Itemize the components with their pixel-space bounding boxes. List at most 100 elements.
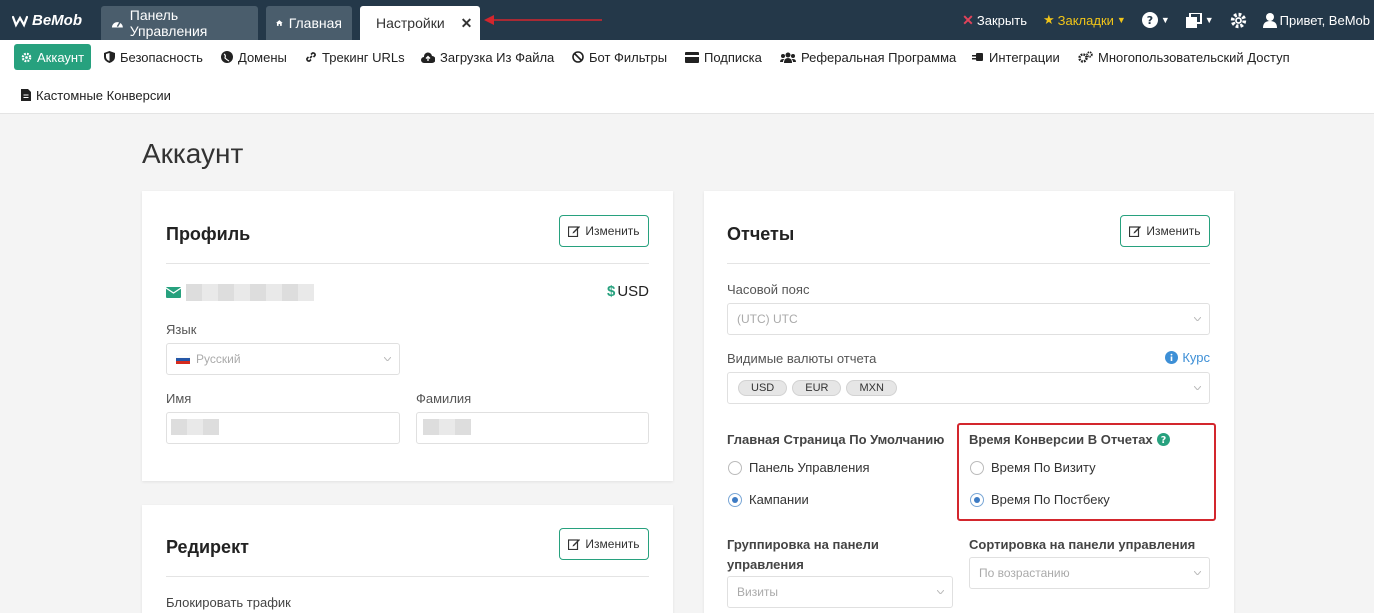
currency-chip[interactable]: USD — [738, 380, 788, 396]
tab-home[interactable]: Главная — [266, 6, 352, 40]
chevron-down-icon — [937, 590, 944, 594]
rate-label: Курс — [1182, 350, 1210, 365]
user-icon — [1262, 12, 1277, 28]
radio-label: Кампании — [749, 492, 809, 507]
help-menu[interactable]: ? ▼ — [1141, 12, 1170, 28]
radio-default-campaigns[interactable]: Кампании — [728, 492, 809, 507]
svg-text:?: ? — [1147, 14, 1153, 27]
grouping-label: Группировка на панели управления — [727, 537, 879, 572]
redirect-edit-button[interactable]: Изменить — [559, 528, 649, 560]
edit-label: Изменить — [1146, 224, 1201, 238]
gear-icon — [21, 52, 32, 62]
globe-icon — [221, 51, 233, 63]
tab-label: Панель Управления — [129, 7, 208, 39]
workspace-menu[interactable]: ▼ — [1185, 12, 1214, 28]
settings-subnav: Аккаунт Безопасность Домены Трекинг URLs… — [0, 40, 1374, 114]
chevron-down-icon: ▼ — [1116, 15, 1126, 25]
tab-dashboard[interactable]: Панель Управления — [101, 6, 258, 40]
first-name-redacted — [171, 419, 219, 435]
logo[interactable]: BeMob — [12, 12, 82, 29]
subnav-label: Трекинг URLs — [322, 49, 405, 65]
reports-edit-button[interactable]: Изменить — [1120, 215, 1210, 247]
language-select[interactable]: Русский — [166, 343, 400, 375]
currency-code: USD — [617, 283, 649, 300]
top-bar: BeMob Панель Управления Главная Настройк… — [0, 0, 1374, 40]
subnav-bot-filters[interactable]: Бот Фильтры — [565, 44, 674, 70]
subnav-custom-conversions[interactable]: Кастомные Конверсии — [14, 82, 178, 108]
bemob-logo-icon — [12, 15, 28, 28]
subnav-integrations[interactable]: Интеграции — [965, 44, 1067, 70]
link-icon — [306, 52, 316, 62]
subnav-security[interactable]: Безопасность — [97, 44, 210, 70]
timezone-select[interactable]: (UTC) UTC — [727, 303, 1210, 335]
profile-title: Профиль — [166, 224, 251, 244]
close-tab-icon[interactable]: ✕ — [461, 15, 473, 32]
sorting-value: По возрастанию — [979, 566, 1070, 580]
radio-dot[interactable] — [728, 460, 742, 475]
close-label: Закрыть — [976, 12, 1027, 28]
chevron-down-icon — [1194, 386, 1201, 390]
page-title: Аккаунт — [142, 138, 244, 169]
email-redacted — [186, 284, 314, 301]
first-name-field[interactable] — [166, 412, 400, 444]
currency-chip[interactable]: MXN — [846, 380, 897, 396]
divider — [166, 263, 649, 264]
subnav-multi-user[interactable]: Многопользовательский Доступ — [1071, 44, 1297, 70]
logo-text: BeMob — [32, 12, 82, 29]
radio-label: Панель Управления — [749, 460, 870, 475]
currencies-label: Видимые валюты отчета — [727, 351, 877, 366]
currency-chip[interactable]: EUR — [792, 380, 842, 396]
close-button[interactable]: ✕ Закрыть — [962, 12, 1027, 29]
subnav-label: Безопасность — [120, 49, 203, 65]
home-icon — [276, 20, 283, 26]
sorting-label: Сортировка на панели управления — [969, 537, 1196, 552]
subnav-label: Домены — [238, 49, 287, 65]
gears-icon — [1078, 51, 1093, 63]
reports-title: Отчеты — [727, 224, 795, 244]
last-name-redacted — [423, 419, 471, 435]
subnav-subscription[interactable]: Подписка — [678, 44, 769, 70]
sorting-select[interactable]: По возрастанию — [969, 557, 1210, 589]
annotation-arrow-icon — [484, 15, 602, 25]
users-icon — [780, 52, 796, 63]
subnav-tracking-urls[interactable]: Трекинг URLs — [298, 44, 412, 70]
redirect-title: Редирект — [166, 537, 249, 557]
chevron-down-icon: ▼ — [1204, 15, 1214, 25]
tab-settings[interactable]: Настройки ✕ — [360, 6, 480, 40]
annotation-highlight-box — [957, 423, 1216, 521]
edit-icon — [568, 226, 581, 237]
divider — [166, 576, 649, 577]
rate-link[interactable]: Курс — [1165, 350, 1210, 365]
profile-card: Профиль Изменить $ USD Язык Русский Имя … — [142, 191, 673, 481]
close-icon: ✕ — [962, 11, 974, 28]
profile-edit-button[interactable]: Изменить — [559, 215, 649, 247]
subnav-referral[interactable]: Реферальная Программа — [773, 44, 963, 70]
bookmarks-button[interactable]: ★ Закладки ▼ — [1043, 12, 1126, 28]
copy-icon — [1185, 12, 1202, 28]
edit-label: Изменить — [585, 224, 640, 238]
settings-button[interactable] — [1230, 12, 1247, 29]
radio-dot-selected[interactable] — [728, 492, 742, 507]
radio-default-dashboard[interactable]: Панель Управления — [728, 460, 870, 475]
envelope-icon — [166, 287, 181, 298]
currencies-multiselect[interactable]: USD EUR MXN — [727, 372, 1210, 404]
russia-flag-icon — [176, 354, 190, 364]
shield-icon — [104, 51, 115, 63]
bookmarks-label: Закладки — [1057, 12, 1114, 28]
help-icon: ? — [1141, 12, 1158, 28]
last-name-field[interactable] — [416, 412, 649, 444]
block-traffic-label: Блокировать трафик — [166, 595, 291, 610]
timezone-label: Часовой пояс — [727, 282, 810, 297]
subnav-label: Кастомные Конверсии — [36, 87, 171, 103]
grouping-select[interactable]: Визиты — [727, 576, 953, 608]
subnav-domains[interactable]: Домены — [214, 44, 294, 70]
chevron-down-icon — [384, 357, 391, 361]
subnav-account[interactable]: Аккаунт — [14, 44, 92, 70]
subnav-label: Бот Фильтры — [589, 49, 668, 65]
subnav-file-upload[interactable]: Загрузка Из Файла — [414, 44, 561, 70]
user-menu[interactable]: Привет, BeMob — [1262, 12, 1370, 28]
tab-label: Настройки — [376, 15, 445, 31]
subnav-label: Многопользовательский Доступ — [1098, 49, 1290, 65]
timezone-value: (UTC) UTC — [737, 312, 798, 326]
default-page-label: Главная Страница По Умолчанию — [727, 432, 945, 447]
